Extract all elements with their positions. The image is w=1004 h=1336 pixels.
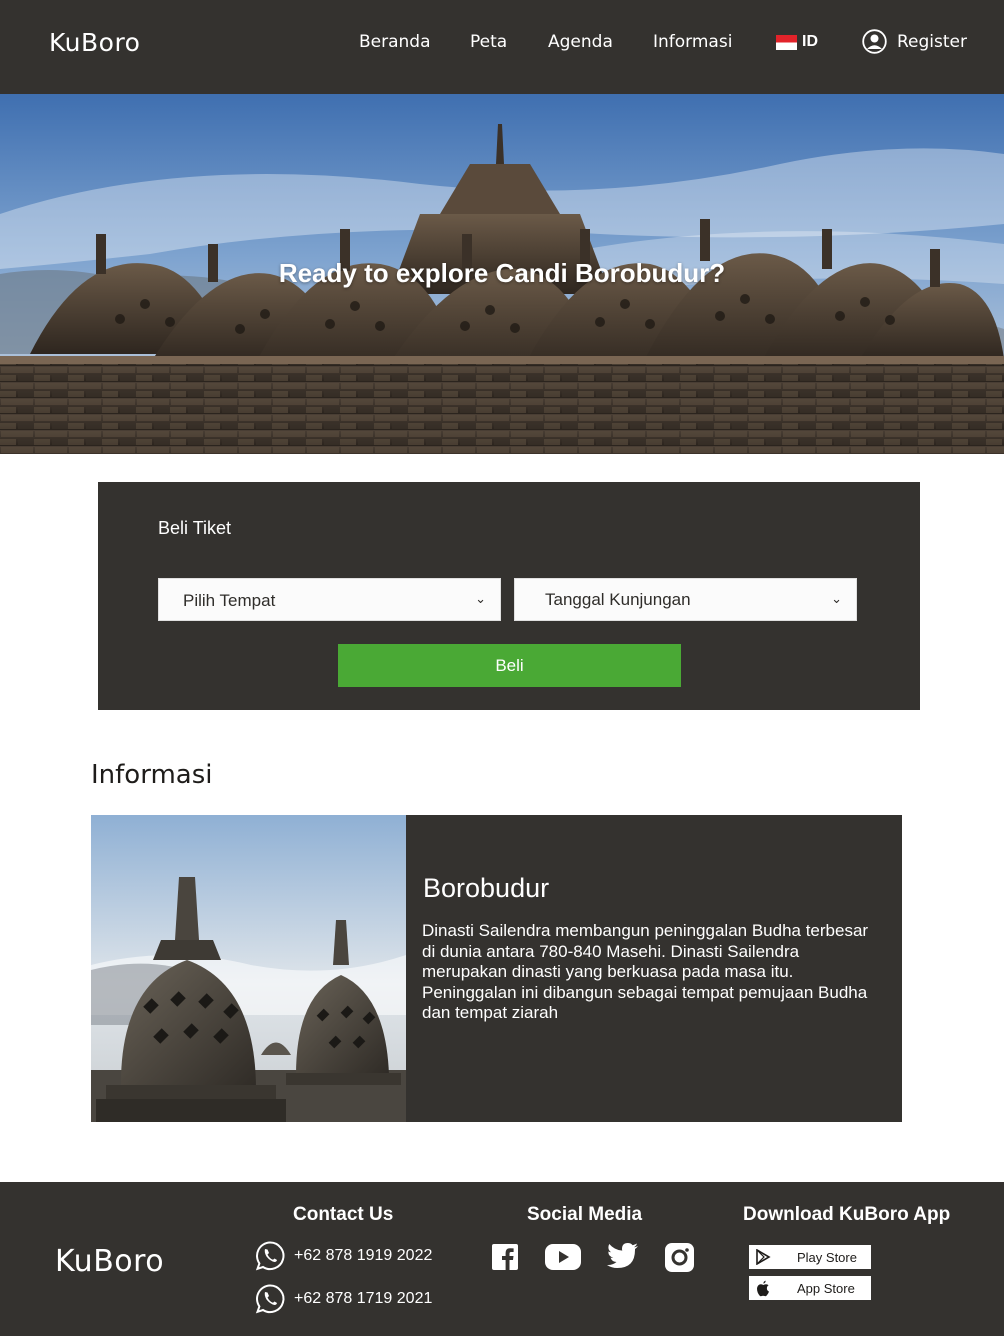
info-card: Borobudur Dinasti Sailendra membangun pe… [91,815,902,1122]
phone-2-text: +62 878 1719 2021 [294,1290,433,1307]
whatsapp-icon [255,1284,285,1314]
ticket-panel: Beli Tiket Pilih Tempat ⌄ Tanggal Kunjun… [98,482,920,710]
date-select[interactable]: Tanggal Kunjungan ⌄ [514,578,857,621]
twitter-icon[interactable] [607,1242,639,1270]
language-label: ID [802,33,818,50]
top-navbar: KuBoro Beranda Peta Agenda Informasi ID … [0,0,1004,94]
place-select-label: Pilih Tempat [183,591,276,610]
contact-heading: Contact Us [293,1204,394,1225]
nav-informasi[interactable]: Informasi [653,32,732,52]
register-label: Register [897,31,967,52]
date-select-label: Tanggal Kunjungan [545,590,691,609]
hero-banner: Ready to explore Candi Borobudur? [0,94,1004,454]
info-card-text: Dinasti Sailendra membangun peninggalan … [422,921,869,1022]
user-circle-icon [862,29,887,54]
indonesia-flag-icon [776,34,797,50]
app-store-button[interactable]: App Store [749,1276,871,1300]
chevron-down-icon: ⌄ [475,591,486,606]
section-title-informasi: Informasi [91,760,213,790]
language-switcher[interactable]: ID [776,33,818,51]
nav-peta[interactable]: Peta [470,32,507,52]
footer: KuBoro Contact Us +62 878 1919 2022 +62 … [0,1182,1004,1336]
chevron-down-icon: ⌄ [831,591,842,606]
footer-logo[interactable]: KuBoro [55,1244,164,1279]
info-card-title: Borobudur [423,873,550,903]
hero-title: Ready to explore Candi Borobudur? [278,258,726,288]
phone-1[interactable]: +62 878 1919 2022 [254,1240,432,1272]
download-heading: Download KuBoro App [743,1204,951,1225]
facebook-icon[interactable] [492,1244,518,1270]
play-store-label: Play Store [797,1249,857,1265]
register-link[interactable]: Register [862,29,967,54]
play-store-button[interactable]: Play Store [749,1245,871,1269]
nav-beranda[interactable]: Beranda [359,32,431,52]
instagram-icon[interactable] [665,1243,694,1272]
phone-1-text: +62 878 1919 2022 [294,1247,433,1264]
place-select[interactable]: Pilih Tempat ⌄ [158,578,501,621]
play-store-icon [756,1249,771,1265]
nav-agenda[interactable]: Agenda [548,32,613,52]
whatsapp-icon [255,1241,285,1271]
social-heading: Social Media [527,1204,643,1225]
ticket-title: Beli Tiket [158,518,232,538]
phone-2[interactable]: +62 878 1719 2021 [254,1283,432,1315]
site-logo[interactable]: KuBoro [49,28,140,57]
apple-icon [757,1280,769,1296]
stupa-image [91,815,406,1122]
youtube-icon[interactable] [545,1244,581,1270]
buy-button[interactable]: Beli [338,644,681,687]
app-store-label: App Store [797,1280,855,1296]
